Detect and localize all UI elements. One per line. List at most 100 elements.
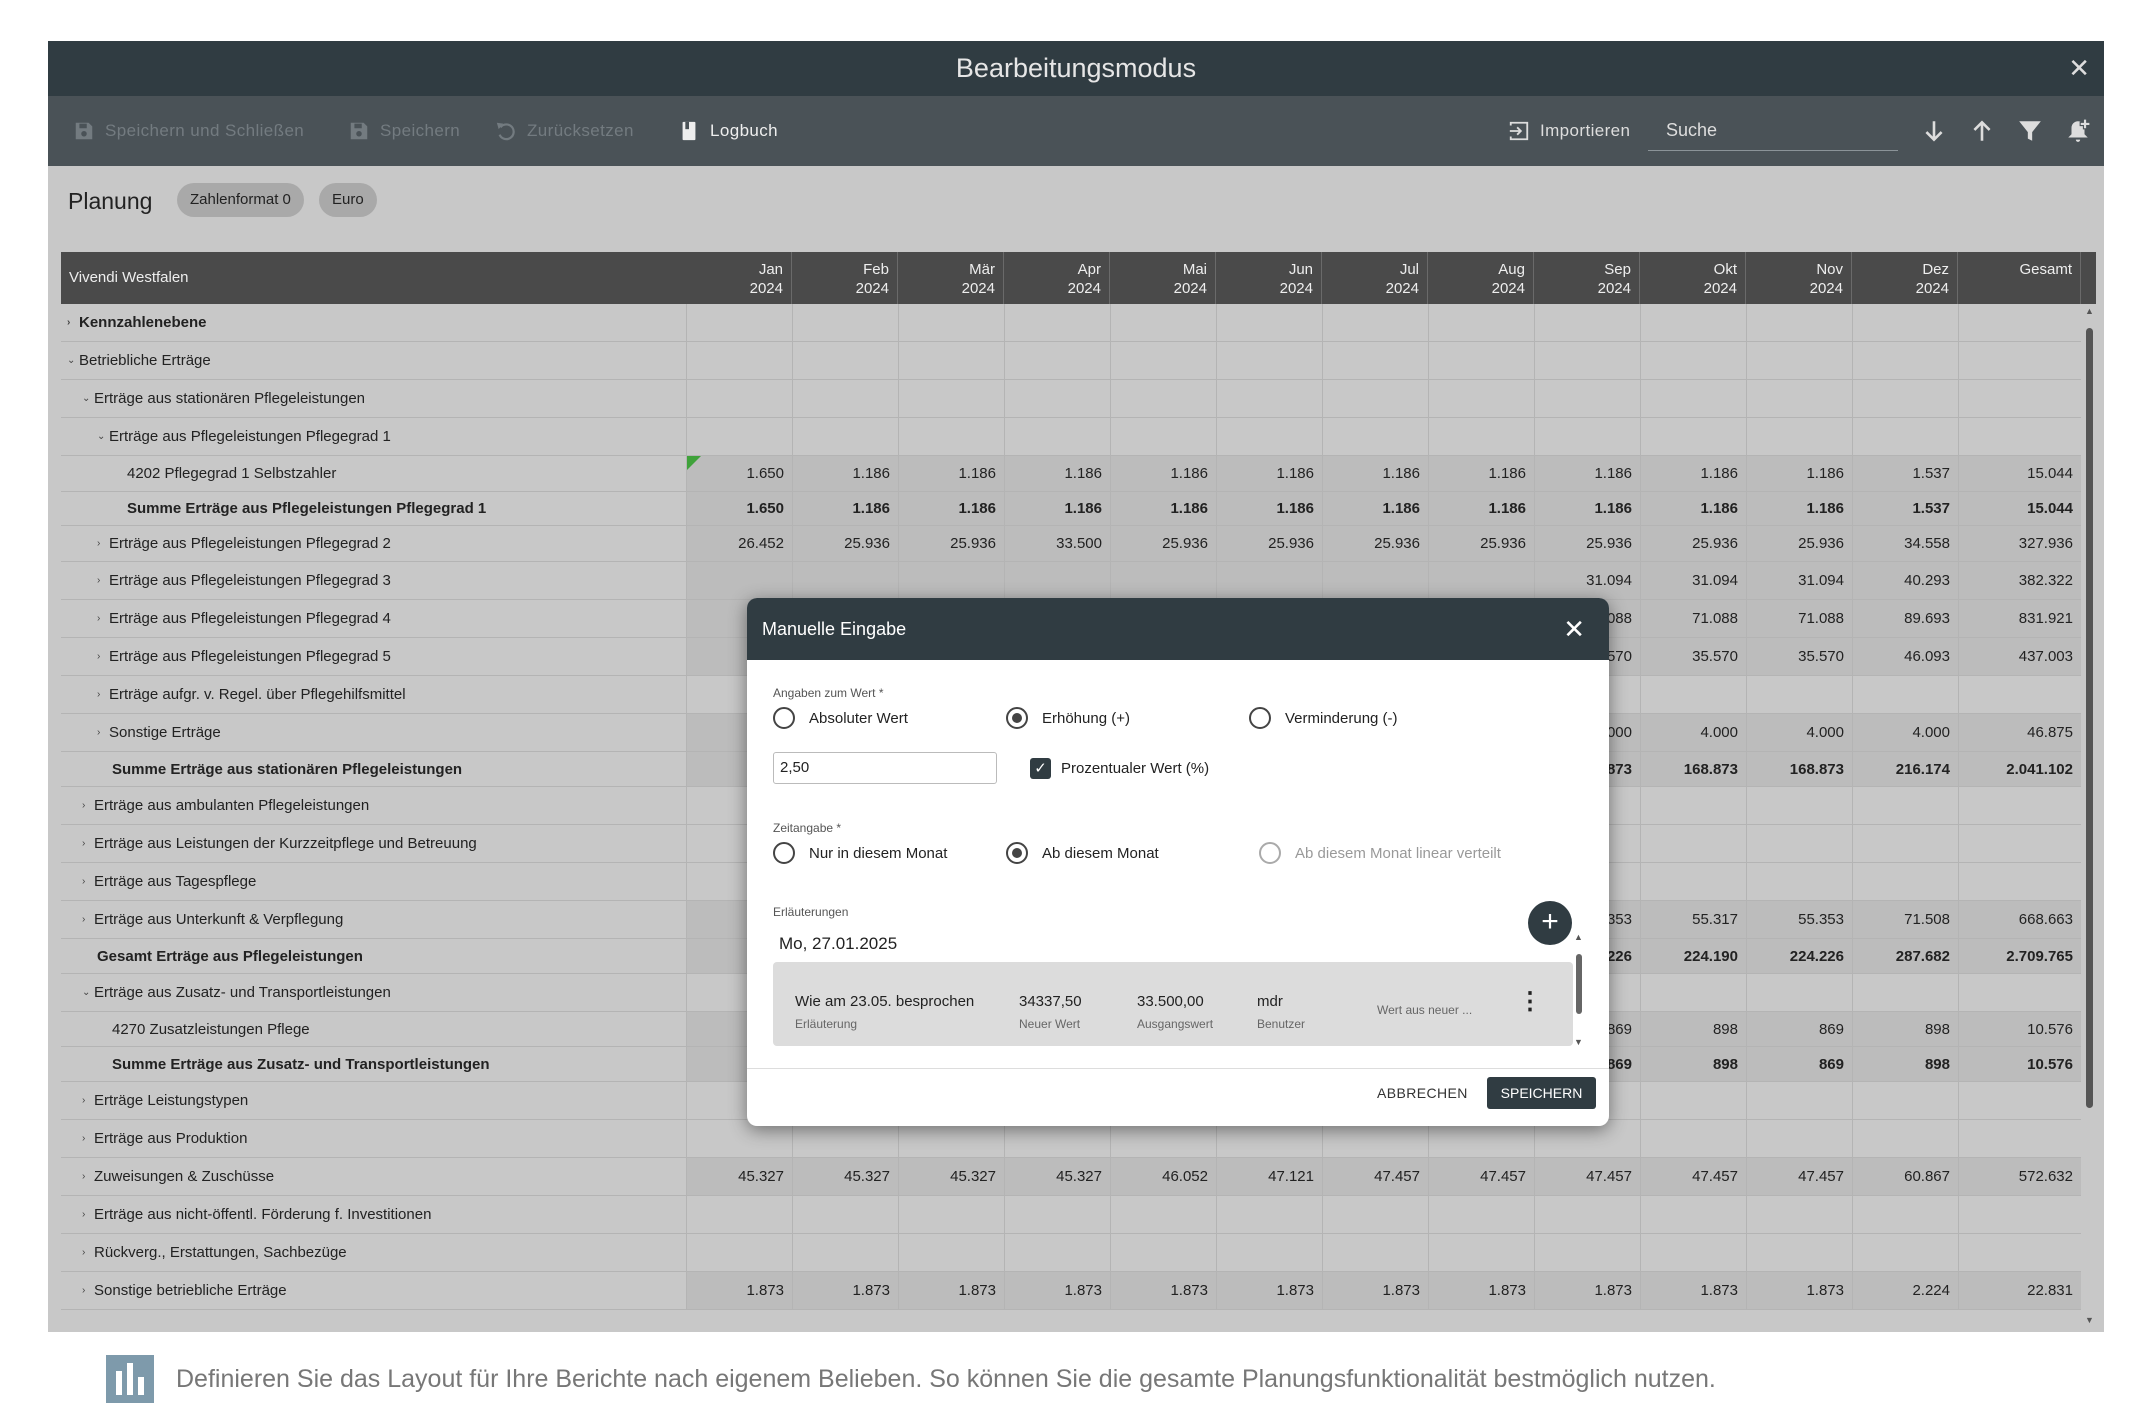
value-cell[interactable]: 25.936 bbox=[792, 526, 898, 561]
value-cell[interactable] bbox=[1534, 1234, 1640, 1271]
value-cell[interactable]: 1.186 bbox=[898, 492, 1004, 525]
value-cell[interactable] bbox=[1852, 342, 1958, 379]
value-cell[interactable] bbox=[686, 342, 792, 379]
chevron-down-icon[interactable]: ⌄ bbox=[82, 987, 94, 998]
value-cell[interactable] bbox=[1004, 562, 1110, 599]
value-cell[interactable]: 1.873 bbox=[1004, 1272, 1110, 1309]
value-cell[interactable] bbox=[792, 1196, 898, 1233]
value-cell[interactable]: 4.000 bbox=[1746, 714, 1852, 751]
value-cell[interactable] bbox=[1534, 1196, 1640, 1233]
value-cell[interactable] bbox=[1640, 342, 1746, 379]
chevron-right-icon[interactable]: › bbox=[97, 575, 109, 586]
value-cell[interactable]: 4.000 bbox=[1640, 714, 1746, 751]
chevron-right-icon[interactable]: › bbox=[67, 317, 79, 328]
value-cell[interactable] bbox=[1746, 1082, 1852, 1119]
table-row[interactable]: › Sonstige betriebliche Erträge 1.873 1.873… bbox=[61, 1272, 2081, 1310]
chip-currency[interactable]: Euro bbox=[319, 183, 377, 217]
value-cell[interactable] bbox=[898, 562, 1004, 599]
total-cell[interactable]: 10.576 bbox=[1958, 1012, 2081, 1046]
table-row[interactable]: 4202 Pflegegrad 1 Selbstzahler 1.650 1.186… bbox=[61, 456, 2081, 492]
value-cell[interactable]: 25.936 bbox=[1746, 526, 1852, 561]
value-cell[interactable]: 1.873 bbox=[1216, 1272, 1322, 1309]
value-cell[interactable]: 1.873 bbox=[686, 1272, 792, 1309]
value-cell[interactable] bbox=[1004, 1234, 1110, 1271]
total-cell[interactable]: 2.041.102 bbox=[1958, 752, 2081, 786]
total-cell[interactable]: 327.936 bbox=[1958, 526, 2081, 561]
total-cell[interactable] bbox=[1958, 1196, 2081, 1233]
value-cell[interactable] bbox=[1640, 304, 1746, 341]
value-cell[interactable]: 1.537 bbox=[1852, 492, 1958, 525]
value-cell[interactable] bbox=[1640, 1234, 1746, 1271]
value-cell[interactable] bbox=[1004, 380, 1110, 417]
radio-only-this-month[interactable]: Nur in diesem Monat bbox=[773, 842, 947, 864]
table-row[interactable]: › Kennzahlenebene bbox=[61, 304, 2081, 342]
chevron-right-icon[interactable]: › bbox=[82, 1133, 94, 1144]
value-cell[interactable]: 898 bbox=[1640, 1047, 1746, 1081]
value-cell[interactable]: 45.327 bbox=[898, 1158, 1004, 1195]
value-cell[interactable] bbox=[1852, 380, 1958, 417]
reset-button[interactable]: Zurücksetzen bbox=[495, 96, 634, 166]
scroll-thumb[interactable] bbox=[1576, 954, 1582, 1014]
value-cell[interactable]: 71.508 bbox=[1852, 901, 1958, 938]
value-cell[interactable]: 25.936 bbox=[1322, 526, 1428, 561]
total-cell[interactable]: 10.576 bbox=[1958, 1047, 2081, 1081]
chevron-right-icon[interactable]: › bbox=[82, 1209, 94, 1220]
value-cell[interactable] bbox=[1852, 1082, 1958, 1119]
value-cell[interactable] bbox=[1110, 418, 1216, 455]
value-cell[interactable]: 1.650 bbox=[686, 456, 792, 491]
value-cell[interactable] bbox=[1428, 304, 1534, 341]
value-cell[interactable]: 35.570 bbox=[1640, 638, 1746, 675]
value-cell[interactable] bbox=[1746, 1234, 1852, 1271]
value-cell[interactable] bbox=[1216, 304, 1322, 341]
value-cell[interactable] bbox=[1322, 1234, 1428, 1271]
value-cell[interactable] bbox=[1746, 676, 1852, 713]
value-cell[interactable] bbox=[1110, 342, 1216, 379]
value-cell[interactable] bbox=[1640, 418, 1746, 455]
value-cell[interactable] bbox=[1428, 380, 1534, 417]
value-cell[interactable]: 1.186 bbox=[1746, 492, 1852, 525]
value-cell[interactable] bbox=[1110, 1234, 1216, 1271]
value-cell[interactable]: 31.094 bbox=[1534, 562, 1640, 599]
value-cell[interactable] bbox=[1852, 1120, 1958, 1157]
chevron-right-icon[interactable]: › bbox=[82, 1171, 94, 1182]
value-cell[interactable] bbox=[1216, 380, 1322, 417]
scroll-up-icon[interactable]: ▲ bbox=[1574, 932, 1583, 942]
value-cell[interactable]: 71.088 bbox=[1746, 600, 1852, 637]
save-button[interactable]: Speichern bbox=[348, 96, 460, 166]
value-cell[interactable] bbox=[1640, 380, 1746, 417]
value-cell[interactable] bbox=[1216, 418, 1322, 455]
value-cell[interactable] bbox=[1640, 974, 1746, 1011]
value-cell[interactable]: 40.293 bbox=[1852, 562, 1958, 599]
total-cell[interactable] bbox=[1958, 342, 2081, 379]
value-cell[interactable] bbox=[1004, 342, 1110, 379]
value-cell[interactable]: 1.873 bbox=[1322, 1272, 1428, 1309]
value-cell[interactable] bbox=[1428, 1234, 1534, 1271]
more-vert-icon[interactable]: ⋮ bbox=[1518, 990, 1542, 1014]
value-cell[interactable]: 46.052 bbox=[1110, 1158, 1216, 1195]
value-cell[interactable] bbox=[1322, 380, 1428, 417]
value-cell[interactable]: 1.186 bbox=[1216, 492, 1322, 525]
value-cell[interactable] bbox=[1322, 562, 1428, 599]
value-cell[interactable] bbox=[1216, 342, 1322, 379]
total-cell[interactable] bbox=[1958, 787, 2081, 824]
value-cell[interactable]: 47.457 bbox=[1746, 1158, 1852, 1195]
total-cell[interactable]: 668.663 bbox=[1958, 901, 2081, 938]
value-cell[interactable] bbox=[1216, 1196, 1322, 1233]
value-cell[interactable] bbox=[1746, 974, 1852, 1011]
value-cell[interactable]: 26.452 bbox=[686, 526, 792, 561]
chevron-right-icon[interactable]: › bbox=[82, 914, 94, 925]
total-cell[interactable]: 22.831 bbox=[1958, 1272, 2081, 1309]
value-cell[interactable] bbox=[1110, 562, 1216, 599]
value-cell[interactable]: 1.873 bbox=[1110, 1272, 1216, 1309]
value-cell[interactable] bbox=[898, 304, 1004, 341]
value-cell[interactable] bbox=[898, 380, 1004, 417]
value-cell[interactable]: 55.353 bbox=[1746, 901, 1852, 938]
value-cell[interactable]: 898 bbox=[1852, 1047, 1958, 1081]
value-cell[interactable] bbox=[1428, 342, 1534, 379]
chevron-right-icon[interactable]: › bbox=[82, 1247, 94, 1258]
value-cell[interactable]: 60.867 bbox=[1852, 1158, 1958, 1195]
chip-number-format[interactable]: Zahlenformat 0 bbox=[177, 183, 304, 217]
value-cell[interactable]: 1.873 bbox=[1746, 1272, 1852, 1309]
value-cell[interactable]: 1.873 bbox=[1640, 1272, 1746, 1309]
value-cell[interactable] bbox=[1428, 418, 1534, 455]
